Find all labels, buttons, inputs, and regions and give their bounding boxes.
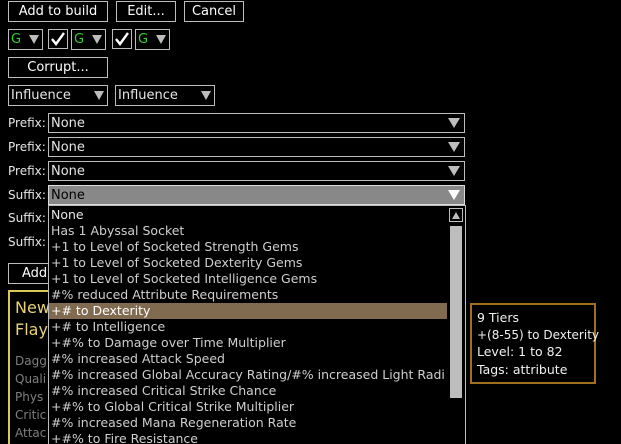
list-item[interactable]: +#% to Fire Resistance: [49, 431, 447, 444]
suffix-dropdown-1[interactable]: None: [48, 185, 465, 205]
link-checkbox-2[interactable]: [112, 29, 132, 49]
prefix-dropdown-3[interactable]: None: [48, 161, 465, 181]
prefix-label: Prefix:: [8, 140, 46, 154]
influence-dropdown-2[interactable]: Influence: [115, 85, 215, 106]
prefix-value: None: [51, 139, 85, 155]
list-item[interactable]: #% increased Global Accuracy Rating/#% i…: [49, 367, 447, 383]
item-property: Phys: [15, 390, 44, 404]
item-base-name: Flay: [15, 320, 48, 339]
tooltip-tiers: 9 Tiers: [477, 310, 519, 325]
mod-tooltip: 9 Tiers +(8-55) to Dexterity Level: 1 to…: [470, 303, 600, 384]
prefix-value: None: [51, 115, 85, 131]
chevron-down-icon: [29, 35, 39, 44]
list-item[interactable]: #% reduced Attribute Requirements: [49, 287, 447, 303]
list-item[interactable]: +# to Intelligence: [49, 319, 447, 335]
corrupt-button[interactable]: Corrupt...: [8, 57, 108, 78]
prefix-value: None: [51, 163, 85, 179]
list-item[interactable]: +1 to Level of Socketed Strength Gems: [49, 239, 447, 255]
list-item[interactable]: #% increased Critical Strike Chance: [49, 383, 447, 399]
influence-dropdown-1[interactable]: Influence: [8, 85, 108, 106]
prefix-label: Prefix:: [8, 116, 46, 130]
chevron-down-icon: [448, 118, 460, 128]
tooltip-tags: Tags: attribute: [477, 362, 568, 377]
chevron-down-icon: [201, 91, 211, 100]
suffix-label: Suffix:: [8, 235, 46, 249]
tooltip-level: Level: 1 to 82: [477, 344, 563, 359]
scroll-up-button[interactable]: [449, 208, 463, 222]
list-item[interactable]: None: [49, 207, 447, 223]
list-item[interactable]: #% increased Attack Speed: [49, 351, 447, 367]
item-property: Dagg: [15, 354, 47, 368]
chevron-down-icon: [92, 35, 102, 44]
item-name: New: [15, 298, 50, 317]
socket-color-value: G: [74, 32, 85, 47]
chevron-up-icon: [452, 212, 460, 219]
socket-color-dropdown-2[interactable]: G: [71, 29, 106, 50]
scrollbar-thumb[interactable]: [450, 226, 462, 398]
add-to-build-button[interactable]: Add to build: [8, 1, 108, 22]
influence-value: Influence: [11, 88, 71, 103]
suffix-label: Suffix:: [8, 211, 46, 225]
list-item[interactable]: Has 1 Abyssal Socket: [49, 223, 447, 239]
list-item[interactable]: +1 to Level of Socketed Dexterity Gems: [49, 255, 447, 271]
prefix-dropdown-2[interactable]: None: [48, 137, 465, 157]
checkmark-icon: [115, 32, 129, 46]
prefix-label: Prefix:: [8, 164, 46, 178]
chevron-down-icon: [156, 35, 166, 44]
socket-color-value: G: [138, 32, 149, 47]
item-property: Critic: [15, 408, 47, 422]
item-property: Quali: [15, 372, 47, 386]
chevron-down-icon: [448, 142, 460, 152]
checkmark-icon: [51, 32, 65, 46]
item-preview: New Flay Dagg Quali Phys Critic Attac: [8, 290, 50, 444]
item-property: Attac: [15, 426, 47, 440]
tooltip-range: +(8-55) to Dexterity: [477, 328, 600, 342]
socket-color-dropdown-3[interactable]: G: [135, 29, 170, 50]
socket-color-value: G: [11, 32, 22, 47]
list-item[interactable]: +#% to Damage over Time Multiplier: [49, 335, 447, 351]
scrollbar[interactable]: [448, 207, 464, 444]
suffix-dropdown-list[interactable]: None Has 1 Abyssal Socket +1 to Level of…: [48, 205, 466, 444]
chevron-down-icon: [94, 91, 104, 100]
influence-value: Influence: [118, 88, 178, 103]
suffix-label: Suffix:: [8, 188, 46, 202]
edit-button[interactable]: Edit...: [116, 1, 176, 22]
suffix-value: None: [51, 187, 85, 203]
add-modifier-button[interactable]: Add: [8, 263, 53, 284]
list-item-highlighted[interactable]: +# to Dexterity: [49, 303, 447, 319]
prefix-dropdown-1[interactable]: None: [48, 113, 465, 133]
chevron-down-icon: [448, 166, 460, 176]
list-item[interactable]: #% increased Mana Regeneration Rate: [49, 415, 447, 431]
socket-color-dropdown-1[interactable]: G: [8, 29, 43, 50]
list-item[interactable]: +1 to Level of Socketed Intelligence Gem…: [49, 271, 447, 287]
chevron-down-icon: [448, 190, 460, 200]
list-item[interactable]: +#% to Global Critical Strike Multiplier: [49, 399, 447, 415]
link-checkbox-1[interactable]: [48, 29, 68, 49]
cancel-button[interactable]: Cancel: [184, 1, 244, 22]
